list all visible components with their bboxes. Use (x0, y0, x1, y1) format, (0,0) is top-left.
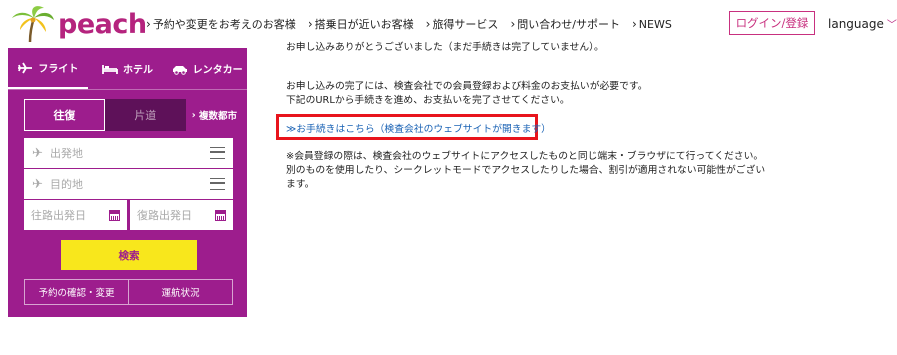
hamburger-menu-icon[interactable] (210, 147, 225, 159)
booking-tabs: フライト ホテル レンタカー (8, 48, 247, 89)
return-date-field[interactable]: 復路出発日 (130, 200, 233, 230)
calendar-icon (109, 209, 120, 221)
depart-date-placeholder: 往路出発日 (31, 209, 86, 222)
procedure-link[interactable]: ≫お手続きはこちら（検査会社のウェブサイトが開きます） (286, 121, 551, 135)
main-nav: › 予約や変更をお考えのお客様 › 搭乗日が近いお客様 › 旅得サービス › 問い合わせ… (146, 16, 672, 32)
nav-item-support[interactable]: › 問い合わせ/サポート (510, 16, 620, 32)
trip-type-row: 往復 片道 › 複数都市 (24, 99, 237, 131)
plane-icon (18, 62, 33, 73)
nav-item-news[interactable]: › NEWS (632, 16, 672, 32)
origin-field[interactable]: ✈ 出発地 (24, 138, 233, 168)
login-button[interactable]: ログイン/登録 (729, 11, 815, 35)
booking-panel: フライト ホテル レンタカー 往復 片道 › 複数都市 ✈ 出発地 ✈ 目的地 … (8, 48, 247, 317)
manage-booking-button[interactable]: 予約の確認・変更 (25, 280, 128, 304)
chevron-right-icon: › (146, 17, 151, 31)
tab-hotel[interactable]: ホテル (88, 48, 168, 89)
nav-item-services[interactable]: › 旅得サービス (426, 16, 499, 32)
notice-line: ※会員登録の際は、検査会社のウェブサイトにアクセスしたものと同じ端末・ブラウザに… (286, 151, 764, 162)
notice-text: ※会員登録の際は、検査会社のウェブサイトにアクセスしたものと同じ端末・ブラウザに… (286, 150, 765, 192)
bottom-links: 予約の確認・変更 運航状況 (24, 279, 233, 305)
nav-item-label: 旅得サービス (432, 18, 499, 31)
takeoff-icon: ✈ (32, 145, 43, 161)
notice-line: ます。 (286, 179, 315, 190)
chevron-down-icon: ﹀ (886, 20, 897, 31)
tab-label: フライト (38, 64, 79, 75)
search-button[interactable]: 検索 (61, 240, 197, 270)
chevron-right-icon: › (191, 109, 199, 121)
nav-item-label: 予約や変更をお考えのお客様 (152, 18, 296, 31)
notice-line: 別のものを使用したり、シークレットモードでアクセスしたりした場合、割引が適用され… (286, 165, 766, 176)
landing-icon: ✈ (32, 176, 43, 192)
destination-placeholder: 目的地 (50, 178, 83, 191)
language-selector[interactable]: language ﹀ (828, 16, 897, 32)
roundtrip-button[interactable]: 往復 (24, 99, 105, 131)
chevron-right-icon: › (307, 17, 313, 31)
multi-city-label: 複数都市 (198, 111, 237, 122)
car-icon (172, 65, 187, 75)
tab-label: レンタカー (192, 65, 243, 76)
chevron-right-icon: › (425, 17, 431, 31)
nav-item-departure-soon[interactable]: › 搭乗日が近いお客様 (308, 16, 414, 32)
logo-text: peach (58, 9, 147, 40)
bed-icon (102, 64, 118, 74)
flight-status-button[interactable]: 運航状況 (128, 280, 232, 304)
nav-item-label: 問い合わせ/サポート (517, 18, 620, 31)
palm-tree-icon (12, 6, 54, 43)
destination-field[interactable]: ✈ 目的地 (24, 169, 233, 199)
tab-divider (8, 89, 247, 90)
nav-item-reservation[interactable]: › 予約や変更をお考えのお客様 (146, 16, 296, 32)
chevron-right-icon: › (631, 17, 637, 31)
nav-item-label: NEWS (638, 17, 672, 31)
chevron-right-icon: › (510, 17, 516, 31)
instruction-line: 下記のURLから手続きを進め、お支払いを完了させてください。 (286, 95, 570, 106)
origin-placeholder: 出発地 (50, 147, 83, 160)
instruction-line: お申し込みの完了には、検査会社での会員登録および料金のお支払いが必要です。 (286, 81, 648, 92)
tab-label: ホテル (123, 65, 153, 76)
multi-city-link[interactable]: › 複数都市 (192, 99, 237, 131)
peach-logo[interactable]: peach (8, 4, 147, 44)
return-date-placeholder: 復路出発日 (137, 209, 192, 222)
calendar-icon (215, 209, 226, 221)
depart-date-field[interactable]: 往路出発日 (24, 200, 127, 230)
date-row: 往路出発日 復路出発日 (24, 200, 233, 230)
hamburger-menu-icon[interactable] (210, 178, 225, 190)
nav-item-label: 搭乗日が近いお客様 (314, 18, 414, 31)
oneway-button[interactable]: 片道 (104, 99, 186, 131)
instruction-text: お申し込みの完了には、検査会社での会員登録および料金のお支払いが必要です。 下記… (286, 80, 648, 108)
thanks-message: お申し込みありがとうございました（まだ手続きは完了していません）。 (286, 42, 604, 53)
tab-rental-car[interactable]: レンタカー (167, 48, 247, 89)
tab-flight[interactable]: フライト (8, 48, 88, 89)
language-label: language (828, 16, 884, 31)
